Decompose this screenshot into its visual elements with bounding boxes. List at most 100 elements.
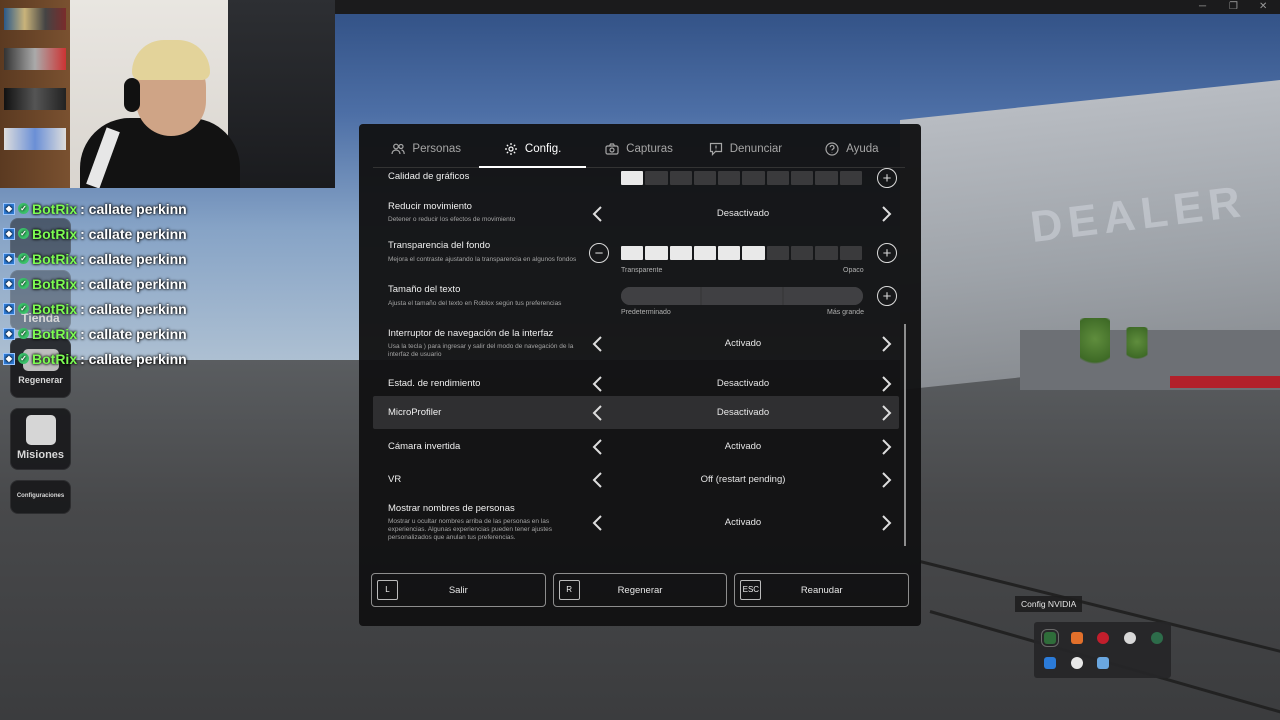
chat-username: BotRix <box>32 300 78 317</box>
button-label: Reanudar <box>800 584 843 596</box>
plus-icon[interactable]: + <box>877 243 897 263</box>
settings-scrollbar[interactable] <box>904 324 906 546</box>
app-tray-icon[interactable] <box>1124 632 1136 644</box>
stream-chat: ◆ ✓ BotRix: callate perkinn ◆ ✓ BotRix: call… <box>3 196 193 371</box>
camera-icon <box>605 142 619 155</box>
chat-message: ◆ ✓ BotRix: callate perkinn <box>3 346 193 371</box>
badge-icon: ◆ <box>3 227 15 240</box>
badge-icon: ◆ <box>3 302 15 315</box>
chevron-right-icon[interactable] <box>878 204 894 224</box>
chevron-left-icon[interactable] <box>590 204 606 224</box>
setting-description: Mejora el contraste ajustando la transpa… <box>388 256 577 263</box>
transparency-slider[interactable] <box>621 246 862 260</box>
plus-icon[interactable]: + <box>877 286 897 306</box>
setting-vr: VR Off (restart pending) <box>373 464 899 496</box>
app-tray-icon[interactable] <box>1071 657 1083 669</box>
bookshelf <box>0 0 70 188</box>
button-label: Regenerar <box>617 584 663 596</box>
text-size-slider[interactable] <box>621 287 863 305</box>
tab-label: Denunciar <box>729 142 783 155</box>
setting-title: VR <box>388 474 402 485</box>
respawn-menu-button[interactable]: R Regenerar <box>552 573 728 607</box>
settings-menu: Personas Config. Capturas Denunciar Ayud… <box>359 124 921 626</box>
settings-side-button[interactable]: Configuraciones <box>10 480 71 514</box>
chevron-right-icon[interactable] <box>878 470 894 490</box>
chevron-right-icon[interactable] <box>878 437 894 457</box>
close-icon[interactable]: ✕ <box>1259 1 1267 12</box>
chevron-left-icon[interactable] <box>590 437 606 457</box>
setting-value: Off (restart pending) <box>700 474 786 485</box>
minus-icon[interactable]: − <box>589 243 609 263</box>
setting-value: Activado <box>724 517 762 528</box>
chevron-right-icon[interactable] <box>878 334 894 354</box>
menu-footer: L Salir R Regenerar ESC Reanudar <box>371 573 910 607</box>
chevron-left-icon[interactable] <box>590 470 606 490</box>
slider-max-label: Más grande <box>827 309 864 316</box>
minimize-icon[interactable]: ─ <box>1199 1 1206 12</box>
graphics-quality-slider[interactable] <box>621 171 862 185</box>
setting-title: Calidad de gráficos <box>388 171 470 182</box>
chat-message: ◆ ✓ BotRix: callate perkinn <box>3 271 193 296</box>
setting-title: Estad. de rendimiento <box>388 378 481 389</box>
app-tray-icon[interactable] <box>1097 657 1109 669</box>
setting-description: Usa la tecla ) para ingresar y salir del… <box>388 343 574 358</box>
chat-message: ◆ ✓ BotRix: callate perkinn <box>3 296 193 321</box>
chevron-left-icon[interactable] <box>590 403 606 423</box>
slider-max-label: Opaco <box>843 267 864 274</box>
missions-button[interactable]: Misiones <box>10 408 71 470</box>
button-label: Salir <box>448 584 468 596</box>
keybind-hint: R <box>558 580 580 600</box>
setting-title: Mostrar nombres de personas <box>388 503 515 514</box>
leave-button[interactable]: L Salir <box>371 573 546 607</box>
setting-description: Ajusta el tamaño del texto en Roblox seg… <box>388 300 562 307</box>
tab-label: Capturas <box>626 142 673 155</box>
setting-microprofiler[interactable]: MicroProfiler Desactivado <box>373 396 899 429</box>
setting-background-transparency: Transparencia del fondo Mejora el contra… <box>373 234 899 280</box>
chat-username: BotRix <box>32 225 78 242</box>
slider-min-label: Transparente <box>621 267 663 274</box>
setting-title: MicroProfiler <box>388 407 442 418</box>
app-tray-icon[interactable] <box>1151 632 1163 644</box>
chevron-right-icon[interactable] <box>878 513 894 533</box>
chat-message: ◆ ✓ BotRix: callate perkinn <box>3 246 193 271</box>
badge-icon: ◆ <box>3 252 15 265</box>
restore-icon[interactable]: ❐ <box>1229 1 1238 12</box>
chevron-right-icon[interactable] <box>878 374 894 394</box>
chat-text: : callate perkinn <box>80 300 187 317</box>
setting-value: Activado <box>724 441 762 452</box>
webcam-overlay <box>0 0 335 188</box>
people-icon <box>391 143 406 154</box>
verified-icon: ✓ <box>18 328 29 339</box>
tab-label: Config. <box>524 142 562 155</box>
window-titlebar: ─ ❐ ✕ <box>335 0 1280 14</box>
badge-icon: ◆ <box>3 202 15 215</box>
report-icon <box>709 142 722 156</box>
resume-button[interactable]: ESC Reanudar <box>734 573 910 607</box>
setting-ui-navigation-toggle: Interruptor de navegación de la interfaz… <box>373 322 899 368</box>
settings-side-label: Configuraciones <box>16 493 65 499</box>
plus-icon[interactable]: + <box>877 168 897 188</box>
setting-text-size: Tamaño del texto Ajusta el tamaño del te… <box>373 280 899 322</box>
chevron-left-icon[interactable] <box>590 374 606 394</box>
setting-performance-stats: Estad. de rendimiento Desactivado <box>373 368 899 398</box>
chevron-right-icon[interactable] <box>878 403 894 423</box>
setting-title: Cámara invertida <box>388 441 461 452</box>
keybind-hint: ESC <box>740 580 762 600</box>
app-tray-icon[interactable] <box>1071 632 1083 644</box>
setting-inverted-camera: Cámara invertida Activado <box>373 432 899 462</box>
chevron-left-icon[interactable] <box>590 513 606 533</box>
nvidia-icon[interactable] <box>1041 629 1059 647</box>
app-tray-icon[interactable] <box>1097 632 1109 644</box>
setting-description: Detener o reducir los efectos de movimie… <box>388 216 516 223</box>
system-tray-popup <box>1034 622 1171 678</box>
chat-text: : callate perkinn <box>80 350 187 367</box>
shield-icon[interactable] <box>1044 657 1056 669</box>
respawn-label: Regenerar <box>18 375 63 385</box>
help-icon <box>825 141 839 156</box>
setting-title: Transparencia del fondo <box>388 240 491 251</box>
chat-username: BotRix <box>32 350 78 367</box>
missions-label: Misiones <box>16 449 65 461</box>
chevron-left-icon[interactable] <box>590 334 606 354</box>
chat-text: : callate perkinn <box>80 225 187 242</box>
badge-icon: ◆ <box>3 352 15 365</box>
